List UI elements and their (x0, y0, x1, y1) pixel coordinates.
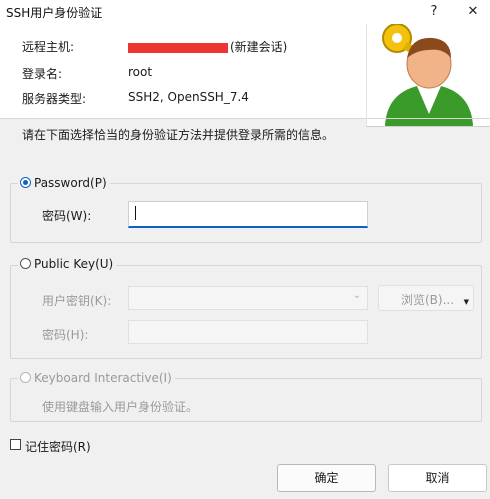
host-value: (新建会话) (128, 38, 287, 55)
user-key-icon (366, 23, 490, 127)
login-label: 登录名: (22, 67, 63, 81)
remember-password-checkbox[interactable] (10, 439, 21, 450)
keyboard-interactive-description: 使用键盘输入用户身份验证。 (42, 400, 199, 414)
browse-label: 浏览(B)... (401, 293, 455, 307)
close-button[interactable]: ✕ (463, 2, 483, 22)
user-key-label: 用户密钥(K): (42, 294, 112, 308)
password-legend: Password(P) (18, 176, 110, 190)
header-separator (0, 118, 490, 119)
server-type-value: SSH2, OpenSSH_7.4 (128, 90, 249, 104)
ok-button[interactable]: 确定 (277, 464, 376, 492)
keyboard-interactive-radio-label[interactable]: Keyboard Interactive(I) (34, 371, 172, 385)
password-radio[interactable] (20, 177, 31, 188)
window-title: SSH用户身份验证 (6, 6, 103, 20)
login-value: root (128, 65, 153, 79)
title-bar: SSH用户身份验证 ? ✕ (0, 0, 490, 24)
public-key-radio[interactable] (20, 258, 31, 269)
public-key-group (10, 265, 482, 359)
host-label: 远程主机: (22, 40, 75, 54)
public-key-radio-label[interactable]: Public Key(U) (34, 257, 113, 271)
text-caret (135, 206, 136, 220)
public-key-legend: Public Key(U) (18, 257, 117, 271)
password-field-label: 密码(W): (42, 209, 92, 223)
caret-down-icon: ▼ (463, 298, 469, 306)
host-value-suffix: (新建会话) (230, 40, 288, 54)
passphrase-label: 密码(H): (42, 328, 89, 342)
browse-button[interactable]: 浏览(B)... ▼ (378, 285, 474, 311)
redacted-host (128, 42, 228, 53)
password-input[interactable] (128, 201, 368, 228)
cancel-button[interactable]: 取消 (388, 464, 487, 492)
password-radio-label[interactable]: Password(P) (34, 176, 107, 190)
keyboard-interactive-radio[interactable] (20, 372, 31, 383)
keyboard-interactive-legend: Keyboard Interactive(I) (18, 371, 175, 385)
chevron-down-icon: ⌄ (352, 290, 361, 301)
remember-password-label[interactable]: 记住密码(R) (25, 438, 91, 455)
user-key-select[interactable]: ⌄ (128, 286, 368, 310)
help-button[interactable]: ? (424, 2, 444, 22)
server-type-label: 服务器类型: (22, 92, 87, 106)
passphrase-input[interactable] (128, 320, 368, 344)
instruction-text: 请在下面选择恰当的身份验证方法并提供登录所需的信息。 (22, 128, 335, 142)
